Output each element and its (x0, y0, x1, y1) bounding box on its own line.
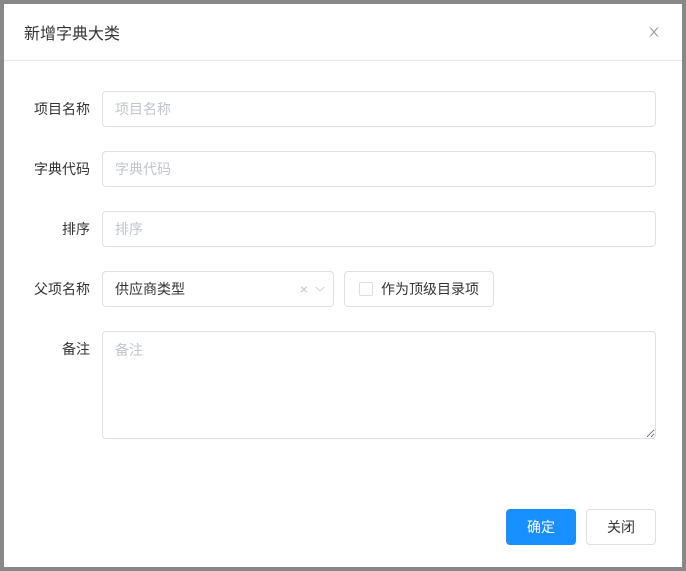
clear-icon[interactable]: × (300, 282, 308, 296)
confirm-button[interactable]: 确定 (506, 509, 576, 545)
row-sort: 排序 (30, 211, 656, 247)
cancel-button[interactable]: 关闭 (586, 509, 656, 545)
label-parent-name: 父项名称 (30, 271, 102, 307)
row-project-name: 项目名称 (30, 91, 656, 127)
select-parent-value: 供应商类型 (115, 279, 185, 299)
row-dict-code: 字典代码 (30, 151, 656, 187)
row-remark: 备注 (30, 331, 656, 439)
checkbox-box-icon (359, 282, 373, 296)
label-dict-code: 字典代码 (30, 151, 102, 187)
checkbox-top-level-label: 作为顶级目录项 (381, 279, 479, 299)
modal-title: 新增字典大类 (24, 20, 120, 44)
select-parent-name[interactable]: 供应商类型 × (102, 271, 334, 307)
input-project-name[interactable] (102, 91, 656, 127)
modal-footer: 确定 关闭 (4, 509, 682, 567)
label-project-name: 项目名称 (30, 91, 102, 127)
select-icons: × (300, 282, 326, 296)
label-sort: 排序 (30, 211, 102, 247)
label-remark: 备注 (30, 331, 102, 367)
close-icon[interactable] (646, 24, 662, 40)
input-sort[interactable] (102, 211, 656, 247)
checkbox-top-level[interactable]: 作为顶级目录项 (344, 271, 494, 307)
modal-body: 项目名称 字典代码 排序 父项名称 供应商类型 (4, 61, 682, 509)
textarea-remark[interactable] (102, 331, 656, 439)
modal-dialog: 新增字典大类 项目名称 字典代码 排序 父项名称 (4, 4, 682, 567)
modal-header: 新增字典大类 (4, 4, 682, 61)
row-parent-name: 父项名称 供应商类型 × (30, 271, 656, 307)
chevron-down-icon[interactable] (314, 283, 326, 295)
input-dict-code[interactable] (102, 151, 656, 187)
